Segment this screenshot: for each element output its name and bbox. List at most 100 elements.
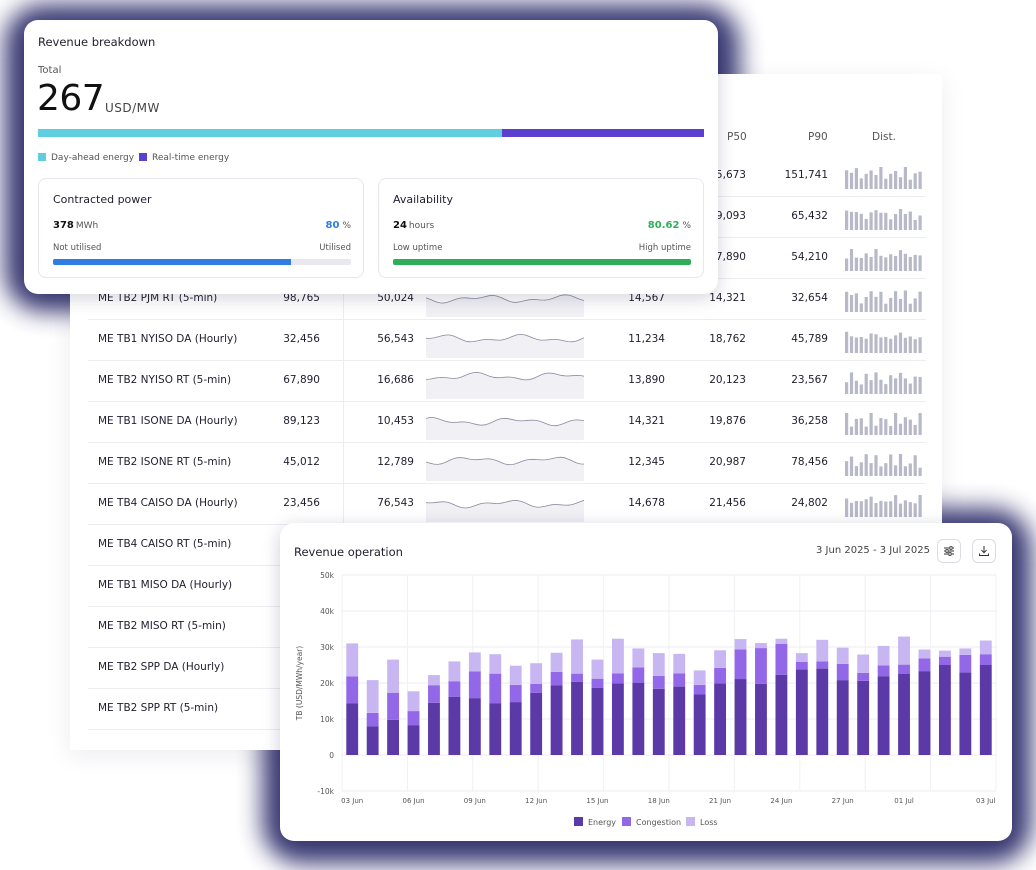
- market-name: ME TB1 NYISO DA (Hourly): [98, 333, 238, 345]
- distribution-bar: [898, 423, 903, 435]
- bar-loss: [632, 648, 645, 668]
- distribution-bar: [879, 212, 883, 230]
- bar-congestion: [407, 711, 420, 726]
- cell-value: 12,789: [377, 456, 414, 468]
- cell-value: 11,234: [628, 333, 665, 345]
- column-header-p90[interactable]: P90: [808, 131, 828, 143]
- distribution-bar: [879, 337, 883, 353]
- distribution-bar: [913, 254, 917, 271]
- bar-congestion: [836, 663, 849, 681]
- distribution-bar: [869, 333, 873, 353]
- bar-congestion: [816, 661, 829, 669]
- distribution-bar: [869, 413, 873, 435]
- distribution-bar: [874, 175, 878, 189]
- distribution-bar: [913, 219, 917, 230]
- distribution-bar: [845, 498, 849, 517]
- cell-p90: 78,456: [791, 456, 828, 468]
- cell-p50: 20,987: [709, 456, 746, 468]
- distribution-bar: [913, 298, 917, 312]
- distribution-bar: [889, 297, 893, 312]
- distribution-bar: [903, 500, 907, 517]
- bar-energy: [387, 719, 400, 755]
- distribution-bar: [894, 214, 898, 230]
- distribution-bar: [918, 376, 922, 394]
- distribution-bar: [903, 466, 907, 476]
- bar-energy: [652, 688, 665, 755]
- legend-label: Congestion: [636, 818, 681, 827]
- market-name: ME TB1 ISONE DA (Hourly): [98, 415, 238, 427]
- bar-loss: [979, 640, 992, 655]
- x-tick-label: 15 Jun: [586, 797, 608, 805]
- bar-loss: [877, 645, 890, 666]
- bar-energy: [611, 683, 624, 755]
- bar-congestion: [428, 685, 440, 703]
- cell-p90: 24,802: [791, 497, 828, 509]
- bar-congestion: [346, 676, 359, 704]
- distribution-bar: [908, 179, 912, 189]
- distribution-bar: [859, 418, 863, 435]
- bar-loss: [591, 659, 604, 679]
- column-header-p50[interactable]: P50: [727, 131, 747, 143]
- cell-p50: 19,876: [709, 415, 746, 427]
- bar-loss: [366, 680, 379, 713]
- legend-label: Loss: [700, 818, 718, 827]
- sparkline-chart: [426, 417, 584, 440]
- bar-congestion: [979, 654, 992, 665]
- distribution-bar: [845, 170, 849, 189]
- bar-energy: [898, 673, 910, 755]
- distribution-bar: [918, 467, 922, 476]
- cell-p90: 23,567: [791, 374, 828, 386]
- bar-congestion: [571, 673, 583, 682]
- distribution-bar: [889, 173, 893, 189]
- table-row[interactable]: ME TB1 ISONE DA (Hourly) 89,123 10,453 14…: [88, 402, 926, 443]
- bar-congestion: [755, 648, 767, 684]
- bar-congestion: [591, 678, 604, 688]
- bar-congestion: [468, 671, 481, 699]
- cell-value: 12,345: [628, 456, 665, 468]
- table-row[interactable]: ME TB2 ISONE RT (5-min) 45,012 12,789 12,…: [88, 443, 926, 484]
- y-tick-label: 0: [329, 751, 334, 760]
- distribution-bar: [869, 212, 873, 230]
- x-tick-label: 24 Jun: [770, 797, 792, 805]
- x-tick-label: 21 Jun: [709, 797, 731, 805]
- distribution-bar: [884, 303, 888, 312]
- bar-congestion: [775, 643, 788, 675]
- distribution-bar: [913, 503, 917, 517]
- bar-energy: [877, 676, 890, 755]
- bar-loss: [448, 661, 461, 682]
- distribution-bar: [869, 463, 873, 476]
- bar-congestion: [550, 671, 563, 686]
- table-row[interactable]: ME TB2 NYISO RT (5-min) 67,890 16,686 13,…: [88, 361, 926, 402]
- bar-energy: [755, 683, 767, 755]
- table-row[interactable]: ME TB1 NYISO DA (Hourly) 32,456 56,543 11…: [88, 320, 926, 361]
- distribution-bar: [918, 215, 922, 230]
- distribution-bar: [845, 291, 849, 312]
- x-tick-label: 27 Jun: [832, 797, 854, 805]
- bar-loss: [734, 639, 747, 650]
- cell-p50: 21,456: [709, 497, 746, 509]
- distribution-bar: [908, 303, 912, 312]
- bar-loss: [550, 652, 563, 672]
- cell-p90: 45,789: [791, 333, 828, 345]
- bar-loss: [816, 639, 829, 662]
- contracted-power-card: Contracted power 378 MWh 80% Not utilised…: [38, 178, 364, 278]
- market-name: ME TB2 SPP RT (5-min): [98, 702, 219, 714]
- distribution-bar: [894, 171, 898, 189]
- legend-swatch: [38, 153, 46, 161]
- x-tick-label: 01 Jul: [894, 797, 914, 805]
- distribution-bar: [874, 455, 878, 476]
- distribution-bar: [903, 337, 907, 353]
- table-row[interactable]: ME TB4 CAISO DA (Hourly) 23,456 76,543 14…: [88, 484, 926, 525]
- distribution-bar: [884, 419, 888, 435]
- bar-loss: [509, 665, 522, 685]
- distribution-bar: [854, 380, 858, 394]
- x-tick-label: 06 Jun: [402, 797, 424, 805]
- column-header-dist[interactable]: Dist.: [872, 131, 896, 143]
- legend-day-ahead: Day-ahead energy: [38, 153, 134, 163]
- uptime-track: [393, 259, 691, 265]
- distribution-bar: [859, 303, 863, 312]
- bar-loss: [652, 653, 665, 676]
- distribution-chart: [845, 167, 922, 189]
- cell-value: 67,890: [283, 374, 320, 386]
- y-tick-label: 10k: [320, 715, 335, 724]
